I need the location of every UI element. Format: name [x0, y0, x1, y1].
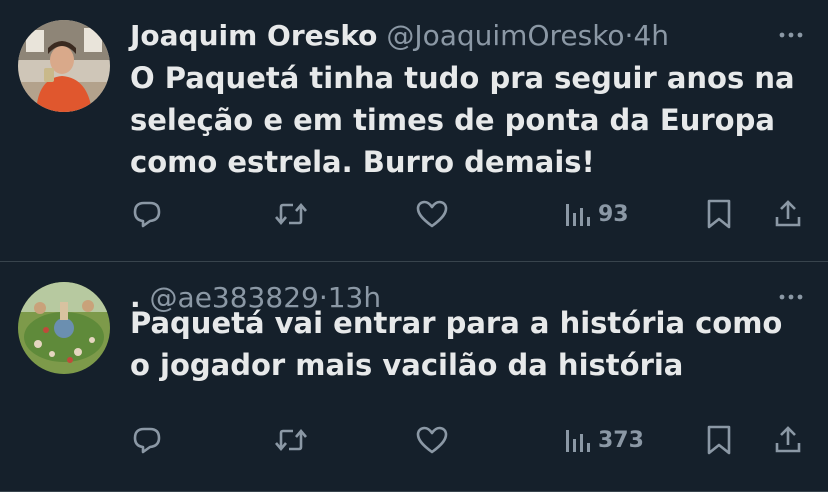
more-options-icon[interactable] — [776, 20, 806, 50]
like-button[interactable] — [415, 420, 449, 460]
retweet-button[interactable] — [273, 420, 309, 460]
like-button[interactable] — [415, 194, 449, 234]
heart-icon — [416, 200, 448, 228]
share-icon — [775, 200, 801, 227]
tweet-actions: 93 — [0, 194, 828, 234]
reply-icon — [133, 201, 161, 228]
views-button[interactable]: 93 — [564, 194, 629, 234]
author-handle[interactable]: @JoaquimOresko — [386, 19, 624, 52]
share-button[interactable] — [773, 194, 803, 234]
views-count: 93 — [598, 201, 629, 227]
avatar[interactable] — [18, 20, 110, 112]
author-name[interactable]: Joaquim Oresko — [130, 19, 377, 52]
retweet-button[interactable] — [273, 194, 309, 234]
share-icon — [775, 426, 801, 453]
retweet-icon — [275, 428, 307, 452]
bookmark-icon — [707, 199, 731, 229]
retweet-icon — [275, 202, 307, 226]
reply-button[interactable] — [131, 420, 163, 460]
views-chart-icon — [566, 204, 590, 226]
tweet-header: Joaquim Oresko @JoaquimOresko·4h — [130, 17, 669, 55]
share-button[interactable] — [773, 420, 803, 460]
heart-icon — [416, 426, 448, 454]
tweet-text: Paquetá vai entrar para a história como … — [130, 306, 783, 382]
bookmark-button[interactable] — [704, 420, 734, 460]
reply-button[interactable] — [131, 194, 163, 234]
tweet[interactable]: Joaquim Oresko @JoaquimOresko·4h O Paque… — [0, 0, 828, 262]
views-count: 373 — [598, 427, 644, 453]
timestamp[interactable]: 4h — [633, 19, 669, 52]
tweet[interactable]: . @ae383829·13h Paquetá vai entrar para … — [0, 262, 828, 492]
views-chart-icon — [566, 430, 590, 452]
avatar[interactable] — [18, 282, 110, 374]
reply-icon — [133, 427, 161, 454]
tweet-actions: 373 — [0, 420, 828, 460]
views-button[interactable]: 373 — [564, 420, 644, 460]
bookmark-button[interactable] — [704, 194, 734, 234]
bookmark-icon — [707, 425, 731, 455]
tweet-text: O Paquetá tinha tudo pra seguir anos na … — [130, 61, 795, 179]
